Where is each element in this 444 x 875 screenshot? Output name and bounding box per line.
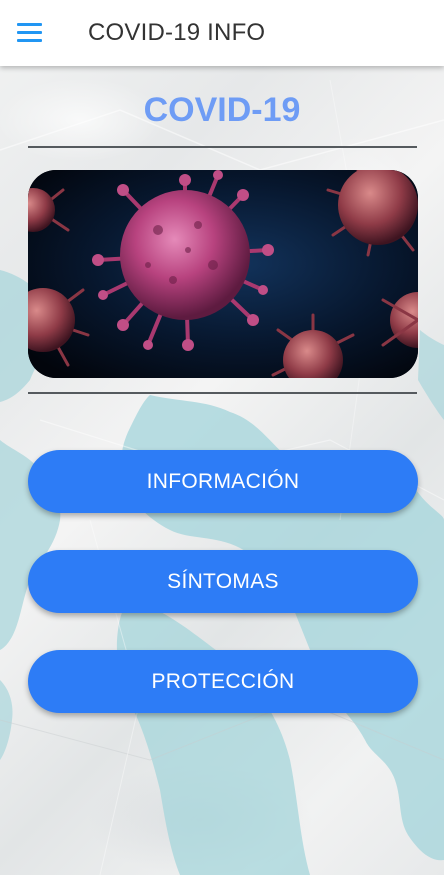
bottom-divider xyxy=(28,392,417,394)
app-header: COVID-19 INFO xyxy=(0,0,444,66)
informacion-button[interactable]: INFORMACIÓN xyxy=(28,450,418,513)
background-world-map xyxy=(0,0,444,875)
top-divider xyxy=(28,146,417,148)
page-title: COVID-19 xyxy=(143,91,301,129)
proteccion-button[interactable]: PROTECCIÓN xyxy=(28,650,418,713)
sintomas-button[interactable]: SÍNTOMAS xyxy=(28,550,418,613)
app-title: COVID-19 INFO xyxy=(88,19,266,46)
hamburger-menu-icon[interactable] xyxy=(14,18,46,48)
hero-image-coronavirus xyxy=(28,170,418,378)
